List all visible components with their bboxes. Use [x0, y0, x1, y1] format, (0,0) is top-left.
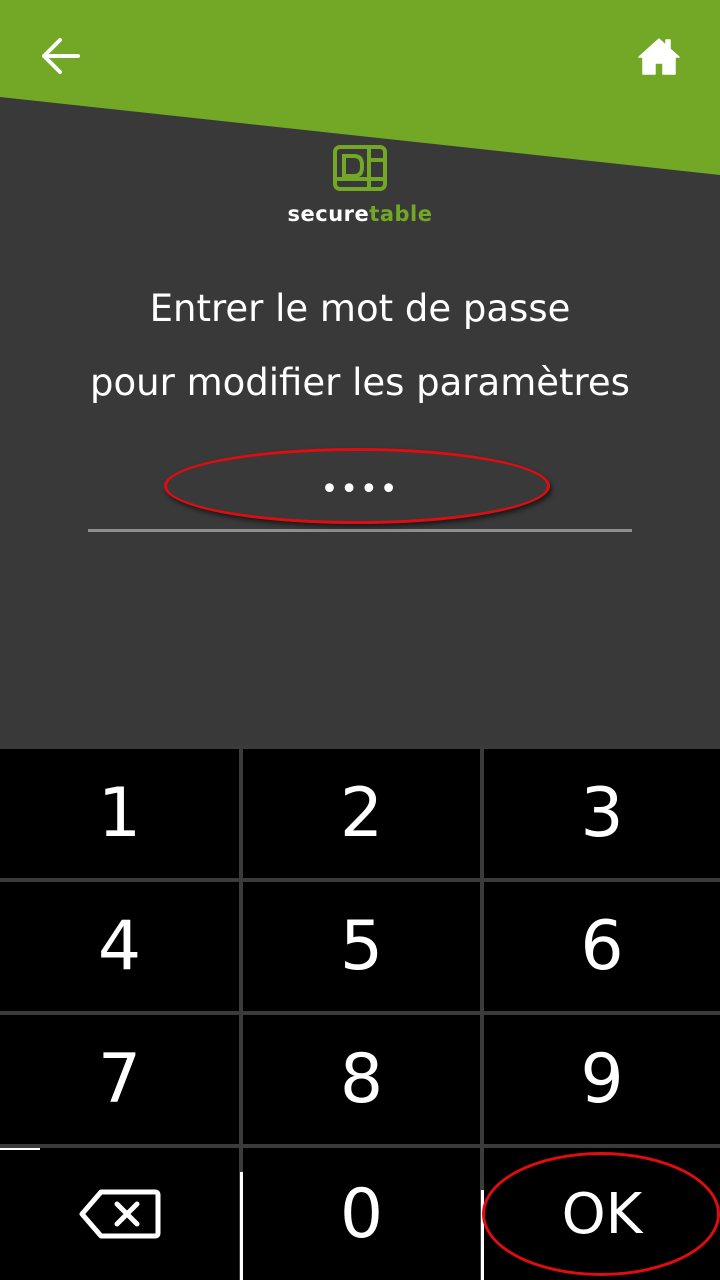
home-button[interactable]	[632, 30, 686, 82]
numeric-keypad: 1 2 3 4 5 6 7 8 9 0 OK	[0, 746, 720, 1280]
prompt-line-2: pour modifier les paramètres	[90, 361, 630, 404]
key-7[interactable]: 7	[0, 1015, 239, 1144]
key-4[interactable]: 4	[0, 882, 239, 1011]
securetable-logo-icon	[333, 145, 387, 191]
backspace-icon	[79, 1189, 160, 1239]
password-prompt: Entrer le mot de passe pour modifier les…	[0, 272, 720, 420]
key-5[interactable]: 5	[243, 882, 480, 1011]
key-3[interactable]: 3	[484, 749, 720, 878]
divider-line	[0, 1148, 40, 1150]
key-8[interactable]: 8	[243, 1015, 480, 1144]
key-6[interactable]: 6	[484, 882, 720, 1011]
divider-line	[240, 1172, 243, 1280]
key-1[interactable]: 1	[0, 749, 239, 878]
arrow-left-icon	[42, 38, 80, 74]
password-field[interactable]: ••••	[88, 458, 632, 532]
brand-name-part1: secure	[287, 202, 370, 226]
ok-button[interactable]: OK	[484, 1148, 720, 1280]
key-9[interactable]: 9	[484, 1015, 720, 1144]
prompt-line-1: Entrer le mot de passe	[149, 287, 571, 330]
home-icon	[638, 38, 680, 75]
brand-name: securetable	[0, 202, 720, 226]
divider-line	[481, 1190, 484, 1280]
brand-name-part2: table	[369, 202, 433, 226]
key-2[interactable]: 2	[243, 749, 480, 878]
back-button[interactable]	[34, 30, 86, 82]
backspace-key[interactable]	[0, 1148, 239, 1280]
key-0[interactable]: 0	[243, 1148, 480, 1280]
brand-logo: securetable	[0, 144, 720, 236]
